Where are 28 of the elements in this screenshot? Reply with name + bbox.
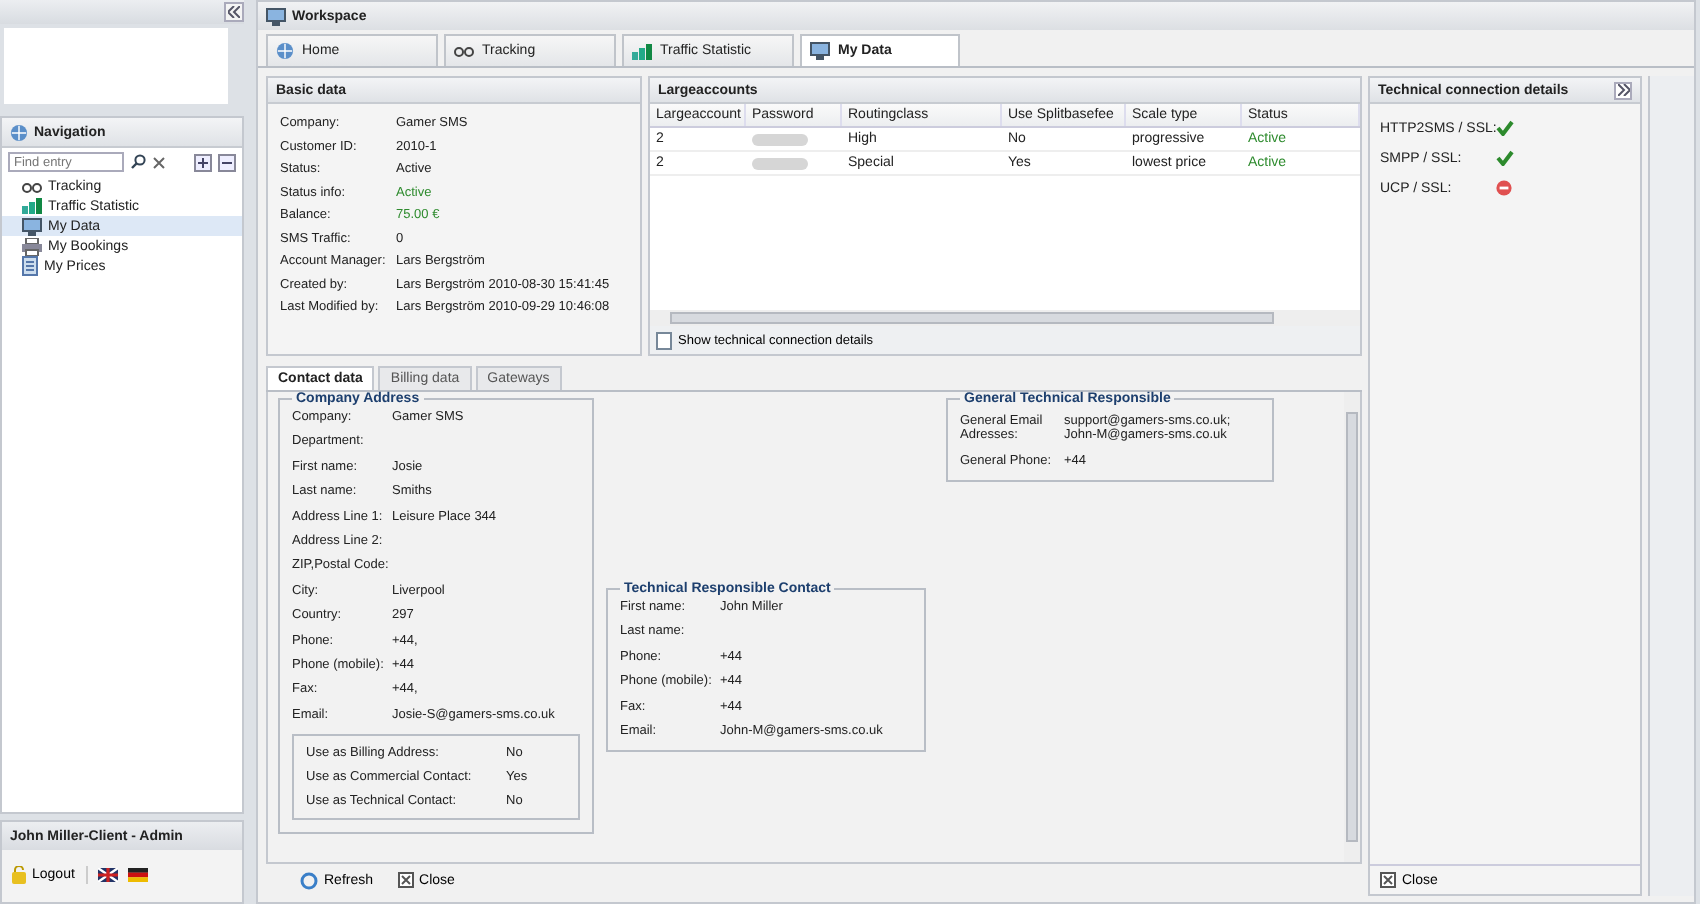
chart-icon bbox=[632, 43, 652, 59]
glasses-icon bbox=[22, 179, 42, 193]
collapse-icon[interactable] bbox=[218, 153, 236, 171]
globe-icon bbox=[276, 42, 294, 60]
expand-button[interactable] bbox=[1614, 81, 1632, 99]
close-icon bbox=[1380, 872, 1396, 888]
glasses-icon bbox=[454, 44, 474, 58]
document-icon bbox=[22, 256, 38, 276]
globe-icon bbox=[10, 123, 28, 141]
collapse-button[interactable] bbox=[224, 2, 244, 22]
scrollbar[interactable] bbox=[1344, 392, 1360, 862]
masked-value bbox=[752, 157, 808, 169]
refresh-icon bbox=[300, 871, 318, 889]
close-icon[interactable] bbox=[152, 155, 166, 169]
search-icon[interactable] bbox=[130, 154, 146, 170]
close-icon bbox=[397, 872, 414, 888]
chart-icon bbox=[22, 198, 42, 214]
monitor-icon bbox=[266, 7, 286, 25]
monitor-icon bbox=[810, 42, 830, 60]
printer-icon bbox=[22, 237, 42, 255]
uk-flag-icon[interactable] bbox=[98, 868, 119, 882]
document-icon bbox=[656, 331, 672, 349]
lock-icon bbox=[12, 866, 26, 884]
scrollbar[interactable] bbox=[650, 310, 1360, 326]
monitor-icon bbox=[22, 217, 42, 235]
masked-value bbox=[752, 133, 808, 145]
german-flag-icon[interactable] bbox=[128, 868, 149, 882]
expand-icon[interactable] bbox=[194, 153, 212, 171]
